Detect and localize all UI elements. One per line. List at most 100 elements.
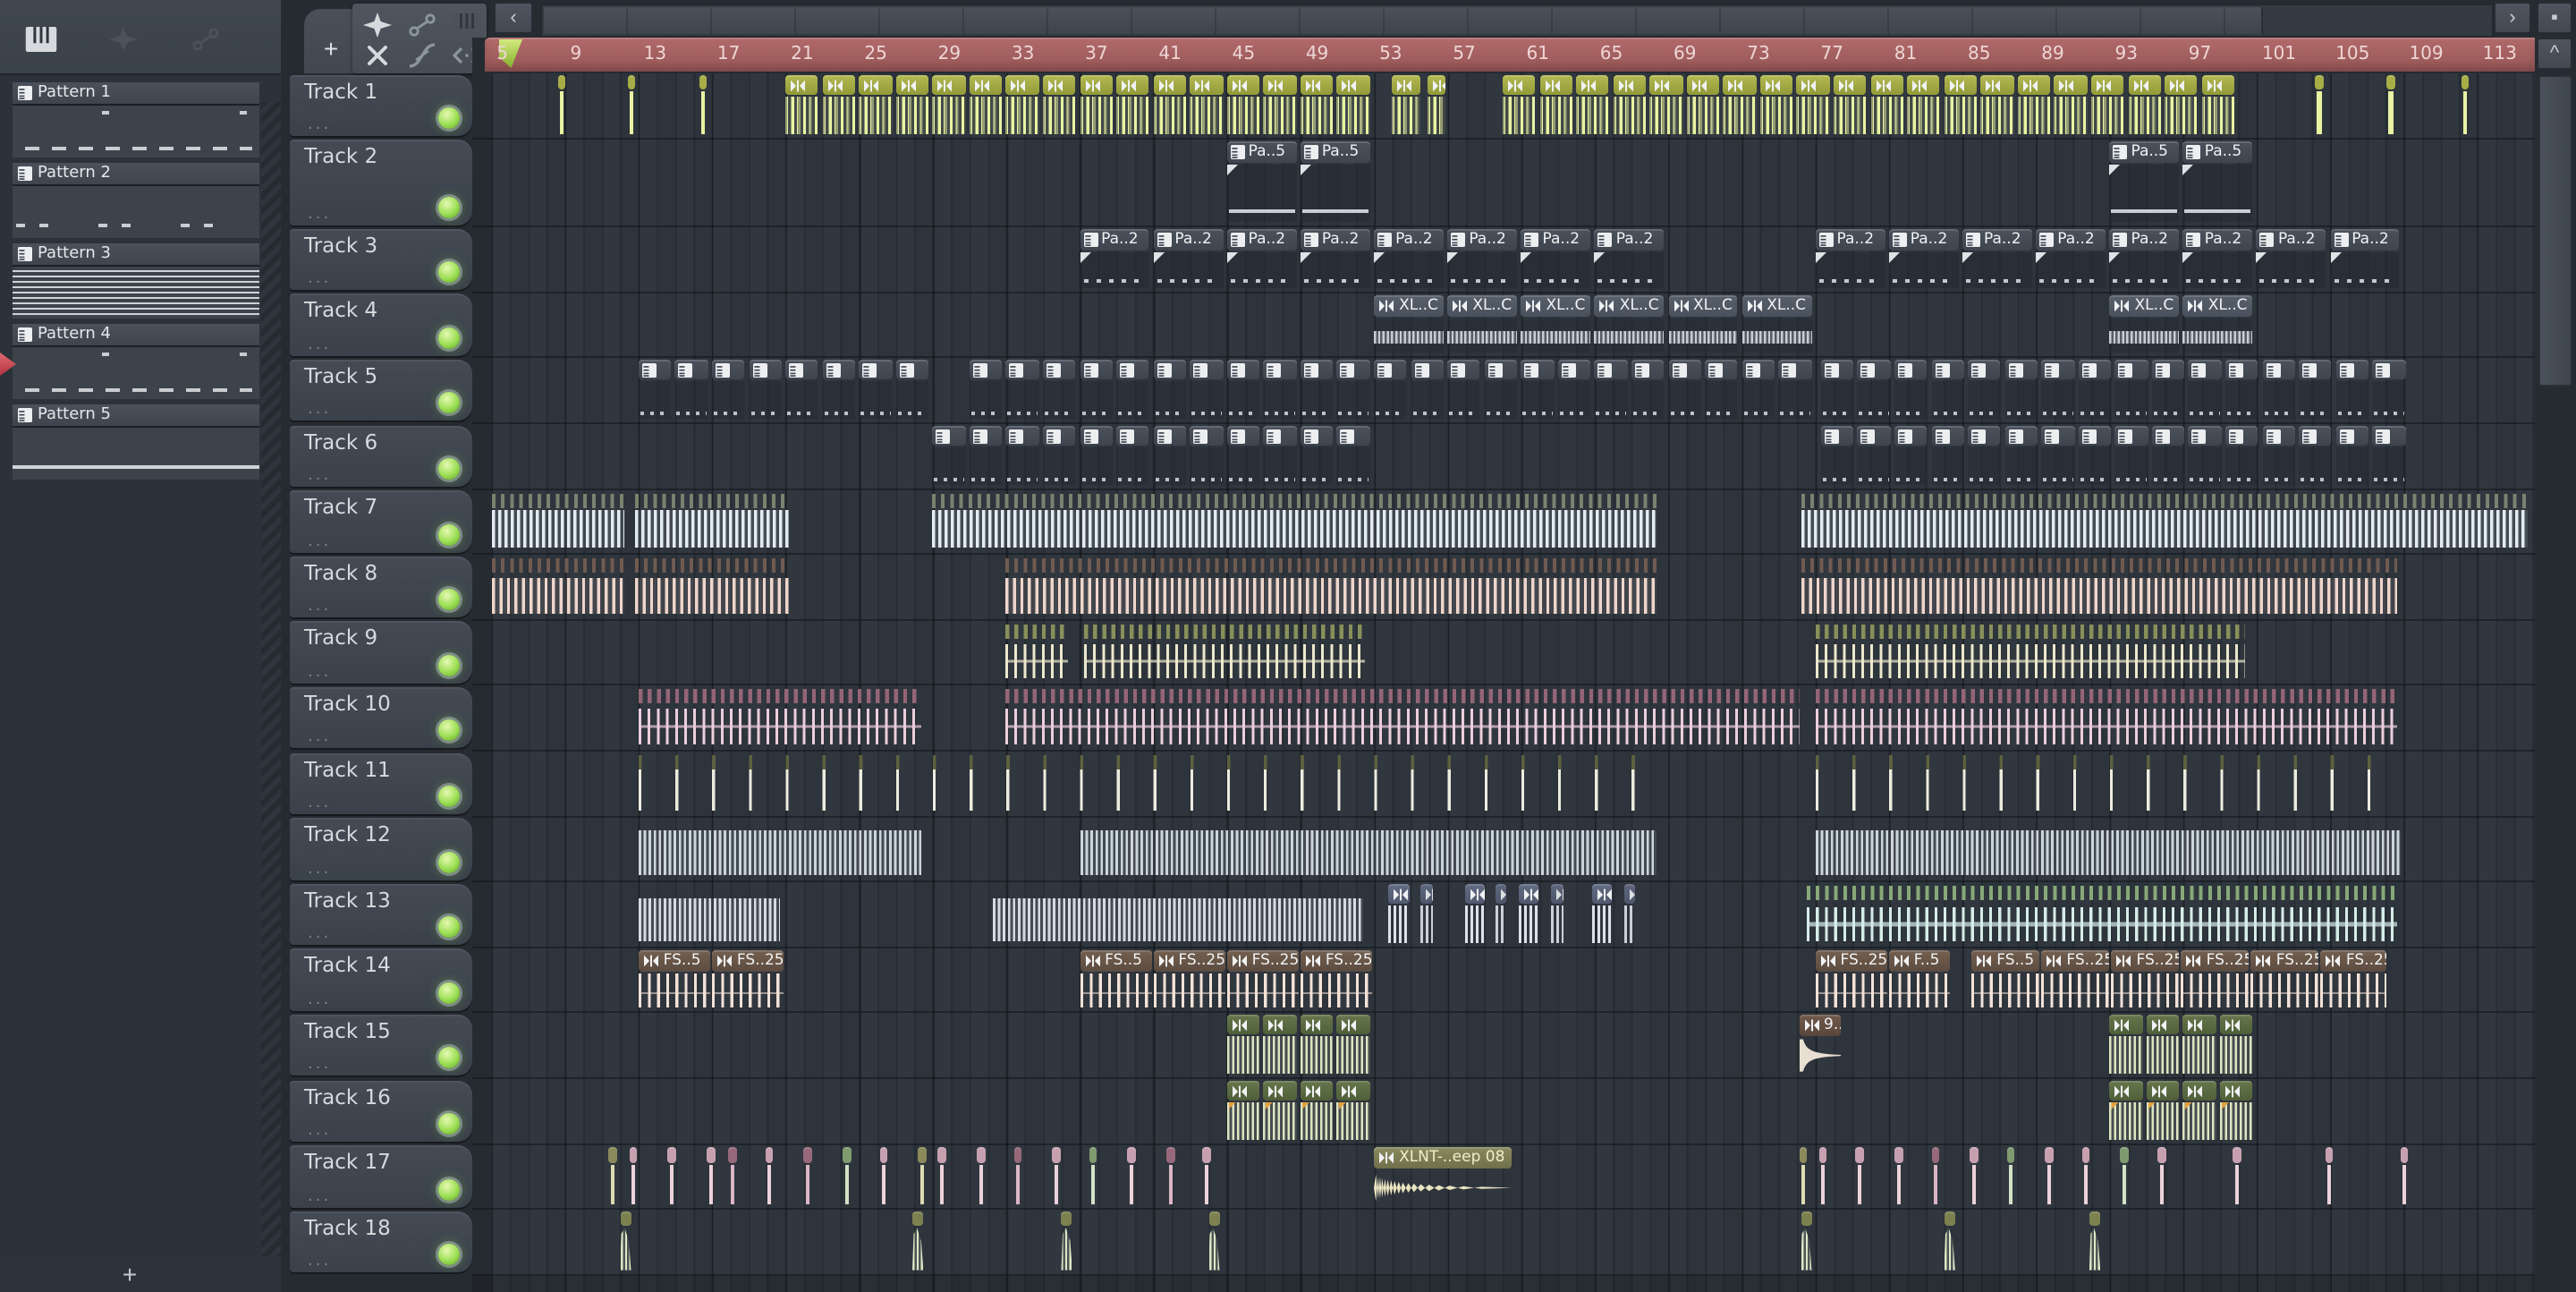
audio-clip[interactable] bbox=[1855, 1146, 1865, 1206]
audio-clip[interactable] bbox=[1190, 75, 1224, 135]
pattern-clip[interactable] bbox=[1931, 426, 1964, 486]
audio-clip[interactable] bbox=[1870, 75, 1903, 135]
clip-pa-2[interactable]: Pa..2 bbox=[1153, 229, 1224, 289]
audio-clip-run[interactable] bbox=[1815, 688, 2397, 748]
audio-clip[interactable] bbox=[1208, 1211, 1220, 1271]
clip-fs-25[interactable]: FS..25 bbox=[1300, 949, 1373, 1010]
pattern-clip[interactable] bbox=[1894, 426, 1928, 486]
clip-fs-25[interactable]: FS..25 bbox=[2320, 949, 2387, 1010]
track-header[interactable]: Track 13... bbox=[290, 883, 472, 946]
audio-clip[interactable] bbox=[895, 75, 929, 135]
track-menu-dots[interactable]: ... bbox=[308, 467, 331, 485]
clip-pa-5[interactable]: Pa..5 bbox=[2109, 140, 2180, 224]
clip-pa-5[interactable]: Pa..5 bbox=[2182, 140, 2253, 224]
clip-pa-2[interactable]: Pa..2 bbox=[2182, 229, 2253, 289]
pattern-clip[interactable] bbox=[2114, 426, 2148, 486]
audio-clip[interactable] bbox=[1613, 75, 1646, 135]
audio-clip[interactable] bbox=[1539, 75, 1572, 135]
audio-clip[interactable] bbox=[2006, 1146, 2015, 1206]
clip-xl-c[interactable]: XL..C bbox=[2182, 294, 2253, 355]
pattern-header[interactable]: Pattern 5 bbox=[13, 404, 259, 426]
clip-pa-2[interactable]: Pa..2 bbox=[1447, 229, 1518, 289]
track-header[interactable]: Track 4... bbox=[290, 293, 472, 356]
horizontal-scrollbar[interactable] bbox=[540, 4, 2494, 38]
pattern-clip[interactable] bbox=[2225, 360, 2258, 421]
scroll-up-button[interactable]: ^ bbox=[2537, 38, 2572, 70]
pattern-clip[interactable] bbox=[1820, 426, 1854, 486]
track-header[interactable]: Track 18... bbox=[290, 1211, 472, 1273]
pattern-clip[interactable] bbox=[2041, 360, 2075, 421]
audio-clip[interactable] bbox=[842, 1146, 852, 1206]
audio-clip[interactable] bbox=[2400, 1146, 2409, 1206]
pattern-clip[interactable] bbox=[2299, 426, 2332, 486]
pattern-clip[interactable] bbox=[1300, 426, 1334, 486]
audio-clip[interactable] bbox=[2461, 75, 2469, 135]
clip-xl-c[interactable]: XL..C bbox=[1594, 294, 1665, 355]
audio-clip[interactable] bbox=[2233, 1146, 2241, 1206]
audio-clip[interactable] bbox=[2146, 1081, 2180, 1141]
clip-fs-25[interactable]: FS..25 bbox=[2250, 949, 2319, 1010]
pattern-clip[interactable] bbox=[1778, 360, 1811, 421]
pattern-clip[interactable] bbox=[1005, 360, 1039, 421]
track-menu-dots[interactable]: ... bbox=[308, 1057, 331, 1075]
clip-xlnt-eep-08[interactable]: XLNT-..eep 08 bbox=[1374, 1146, 1513, 1206]
track-enable-led[interactable] bbox=[438, 654, 460, 676]
audio-clip[interactable] bbox=[1686, 75, 1720, 135]
pattern-clip[interactable] bbox=[1226, 360, 1260, 421]
playlist-add-button[interactable]: + bbox=[315, 32, 347, 64]
pattern-preview[interactable] bbox=[13, 267, 259, 319]
track-header[interactable]: Track 7... bbox=[290, 490, 472, 553]
track-header[interactable]: Track 16... bbox=[290, 1080, 472, 1143]
pattern-clip[interactable] bbox=[1411, 360, 1444, 421]
clip-fs-25[interactable]: FS..25 bbox=[2111, 949, 2180, 1010]
audio-clip[interactable] bbox=[1944, 75, 1978, 135]
track-menu-dots[interactable]: ... bbox=[308, 1254, 331, 1271]
pattern-clip[interactable] bbox=[785, 360, 818, 421]
pattern-clip[interactable] bbox=[2004, 426, 2038, 486]
audio-clip[interactable] bbox=[2109, 1081, 2143, 1141]
pattern-clip[interactable] bbox=[1857, 360, 1891, 421]
pattern-clip[interactable] bbox=[1631, 360, 1665, 421]
pattern-clip[interactable] bbox=[859, 360, 892, 421]
audio-clip[interactable] bbox=[2182, 1081, 2216, 1141]
audio-clip[interactable] bbox=[1226, 75, 1260, 135]
timeline-ruler-band[interactable]: 5 9 13 17 21 25 29 33 37 41 45 49 53 57 61 65 69 73 77 81 85… bbox=[485, 38, 2535, 72]
audio-clip-run[interactable] bbox=[993, 884, 1363, 944]
pattern-clip[interactable] bbox=[1153, 360, 1186, 421]
audio-clip[interactable] bbox=[785, 75, 818, 135]
audio-clip[interactable] bbox=[1116, 75, 1149, 135]
pattern-clip[interactable] bbox=[2151, 426, 2185, 486]
track-menu-dots[interactable]: ... bbox=[308, 336, 331, 354]
audio-clip[interactable] bbox=[629, 1146, 638, 1206]
audio-clip[interactable] bbox=[803, 1146, 812, 1206]
clip-fs-5[interactable]: FS..5 bbox=[1080, 949, 1152, 1010]
track-menu-dots[interactable]: ... bbox=[308, 532, 331, 550]
pattern-header[interactable]: Pattern 2 bbox=[13, 163, 259, 184]
audio-clip[interactable] bbox=[1300, 1081, 1334, 1141]
pattern-clip[interactable] bbox=[1968, 426, 2001, 486]
pattern-list-item[interactable]: Pattern 1 bbox=[13, 82, 259, 157]
audio-clip[interactable] bbox=[2386, 75, 2395, 135]
pattern-clip[interactable] bbox=[2041, 426, 2075, 486]
track-header[interactable]: Track 8... bbox=[290, 556, 472, 618]
audio-clip[interactable] bbox=[1202, 1146, 1212, 1206]
pattern-preview[interactable] bbox=[0, 347, 259, 399]
audio-clip-run[interactable] bbox=[491, 557, 624, 616]
clip-pa-2[interactable]: Pa..2 bbox=[1521, 229, 1591, 289]
pattern-list-item[interactable]: Pattern 3 bbox=[13, 243, 259, 319]
track-menu-dots[interactable]: ... bbox=[308, 1122, 331, 1140]
track-enable-led[interactable] bbox=[438, 851, 460, 873]
clip-fs-25[interactable]: FS..25 bbox=[1815, 949, 1887, 1010]
pattern-clip[interactable] bbox=[1484, 360, 1518, 421]
audio-clip[interactable] bbox=[1089, 1146, 1097, 1206]
pattern-clip[interactable] bbox=[638, 360, 672, 421]
pattern-clip[interactable] bbox=[969, 360, 1003, 421]
audio-clip[interactable] bbox=[912, 1211, 924, 1271]
pattern-preview[interactable] bbox=[13, 428, 259, 480]
track-header[interactable]: Track 15... bbox=[290, 1014, 472, 1076]
audio-clip-run[interactable] bbox=[638, 688, 922, 748]
clip-pa-2[interactable]: Pa..2 bbox=[1962, 229, 2032, 289]
track-enable-led[interactable] bbox=[438, 458, 460, 480]
pattern-clip[interactable] bbox=[1931, 360, 1964, 421]
clip-pa-2[interactable]: Pa..2 bbox=[2036, 229, 2106, 289]
